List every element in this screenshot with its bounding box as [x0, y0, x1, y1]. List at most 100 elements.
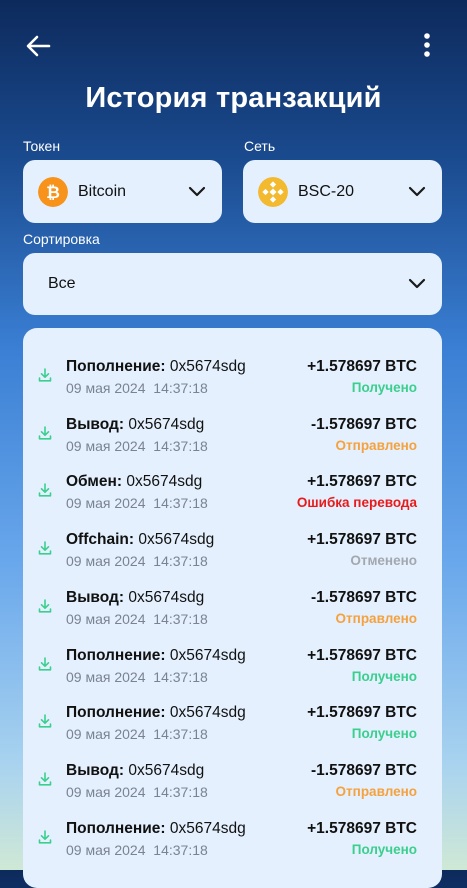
transaction-amount: +1.578697 BTC	[307, 531, 417, 549]
transaction-address: 0x5674sdg	[169, 819, 246, 837]
transaction-time: 14:37:18	[153, 783, 208, 800]
transaction-date: 09 мая 2024	[66, 437, 146, 454]
transaction-type: Пополнение:	[66, 646, 166, 664]
download-icon	[38, 829, 52, 844]
sort-select-value: Все	[48, 275, 76, 292]
transaction-time: 14:37:18	[153, 495, 208, 512]
transaction-datetime: 09 мая 2024 14:37:18	[66, 669, 208, 685]
transaction-row[interactable]: Пополнение: 0x5674sdg 09 мая 2024 14:37:1…	[23, 353, 442, 411]
transaction-datetime: 09 мая 2024 14:37:18	[66, 842, 208, 858]
transaction-title: Пополнение: 0x5674sdg	[66, 704, 246, 722]
transaction-address: 0x5674sdg	[169, 646, 246, 664]
transaction-time: 14:37:18	[153, 610, 208, 627]
transaction-status: Получено	[351, 841, 417, 857]
transaction-datetime: 09 мая 2024 14:37:18	[66, 495, 208, 511]
transaction-amount: -1.578697 BTC	[311, 415, 417, 433]
transaction-time: 14:37:18	[153, 726, 208, 743]
transaction-type: Обмен:	[66, 473, 123, 491]
transaction-row[interactable]: Вывод: 0x5674sdg 09 мая 2024 14:37:18 -1.5…	[23, 584, 442, 642]
token-select-value: Bitcoin	[78, 182, 127, 200]
transaction-status: Получено	[351, 668, 417, 684]
transaction-type: Пополнение:	[66, 704, 166, 722]
transaction-address: 0x5674sdg	[128, 588, 205, 606]
bnb-icon	[258, 176, 288, 207]
transaction-row[interactable]: Вывод: 0x5674sdg 09 мая 2024 14:37:18 -1.5…	[23, 757, 442, 815]
transaction-date: 09 мая 2024	[66, 610, 146, 627]
transaction-time: 14:37:18	[153, 380, 208, 396]
transaction-row[interactable]: Offchain: 0x5674sdg 09 мая 2024 14:37:18 +…	[23, 526, 442, 584]
transaction-date: 09 мая 2024	[66, 553, 146, 570]
transaction-title: Обмен: 0x5674sdg	[66, 473, 202, 491]
transaction-datetime: 09 мая 2024 14:37:18	[66, 784, 208, 800]
transaction-amount: -1.578697 BTC	[311, 761, 417, 779]
svg-text:₿: ₿	[46, 183, 60, 202]
download-icon	[38, 772, 52, 786]
transaction-title: Вывод: 0x5674sdg	[66, 416, 204, 434]
transaction-datetime: 09 мая 2024 14:37:18	[66, 726, 208, 742]
transaction-status: Получено	[351, 726, 417, 742]
transaction-address: 0x5674sdg	[169, 358, 246, 375]
transaction-status: Получено	[351, 380, 417, 395]
network-select[interactable]: BSC-20	[243, 160, 442, 223]
transaction-datetime: 09 мая 2024 14:37:18	[66, 438, 208, 454]
transaction-title: Пополнение: 0x5674sdg	[66, 647, 246, 665]
transaction-amount: +1.578697 BTC	[307, 358, 417, 375]
download-icon	[38, 425, 52, 440]
transaction-list[interactable]: Пополнение: 0x5674sdg 09 мая 2024 14:37:1…	[23, 328, 442, 888]
transaction-date: 09 мая 2024	[66, 726, 146, 743]
page-title: История транзакций	[85, 82, 382, 114]
transaction-time: 14:37:18	[153, 668, 208, 685]
transaction-amount: +1.578697 BTC	[307, 704, 417, 722]
token-select[interactable]: ₿ Bitcoin	[23, 160, 222, 223]
transaction-title: Пополнение: 0x5674sdg	[66, 820, 246, 838]
transaction-type: Вывод:	[66, 588, 125, 606]
transaction-status: Отправлено	[335, 437, 417, 453]
transaction-time: 14:37:18	[153, 553, 208, 570]
transaction-type: Вывод:	[66, 761, 125, 779]
chevron-down-icon	[408, 278, 426, 289]
transaction-type: Пополнение:	[66, 358, 166, 375]
transaction-time: 14:37:18	[153, 437, 208, 454]
transaction-datetime: 09 мая 2024 14:37:18	[66, 553, 208, 569]
transaction-status: Отменено	[350, 553, 417, 569]
transaction-date: 09 мая 2024	[66, 380, 146, 396]
sort-select[interactable]: Все	[23, 253, 442, 315]
transaction-title: Вывод: 0x5674sdg	[66, 589, 204, 607]
transaction-row[interactable]: Пополнение: 0x5674sdg 09 мая 2024 14:37:1…	[23, 699, 442, 757]
transaction-date: 09 мая 2024	[66, 668, 146, 685]
transaction-address: 0x5674sdg	[169, 704, 246, 722]
more-options-icon[interactable]	[418, 32, 436, 60]
transaction-time: 14:37:18	[153, 841, 208, 858]
transaction-title: Offchain: 0x5674sdg	[66, 531, 214, 549]
top-bar	[0, 0, 467, 90]
token-label: Токен	[23, 138, 61, 154]
transaction-amount: -1.578697 BTC	[311, 588, 417, 606]
download-icon	[38, 541, 52, 555]
transaction-amount: +1.578697 BTC	[307, 646, 417, 664]
transaction-row[interactable]: Пополнение: 0x5674sdg 09 мая 2024 14:37:1…	[23, 815, 442, 873]
download-icon	[38, 483, 52, 497]
back-arrow-icon[interactable]	[24, 32, 54, 60]
transaction-date: 09 мая 2024	[66, 495, 146, 512]
chevron-down-icon	[408, 186, 426, 196]
transaction-date: 09 мая 2024	[66, 841, 146, 858]
transaction-type: Пополнение:	[66, 819, 166, 837]
transaction-amount: +1.578697 BTC	[307, 473, 417, 491]
transaction-address: 0x5674sdg	[128, 415, 205, 433]
transaction-status: Ошибка перевода	[296, 495, 417, 511]
transaction-row[interactable]: Пополнение: 0x5674sdg 09 мая 2024 14:37:1…	[23, 642, 442, 700]
transaction-date: 09 мая 2024	[66, 783, 146, 800]
chevron-down-icon	[188, 186, 206, 196]
transaction-type: Offchain:	[66, 531, 135, 549]
transaction-datetime: 09 мая 2024 14:37:18	[66, 611, 208, 627]
transaction-amount: +1.578697 BTC	[307, 819, 417, 837]
download-icon	[38, 598, 52, 613]
transaction-row[interactable]: Вывод: 0x5674sdg 09 мая 2024 14:37:18 -1.5…	[23, 411, 442, 469]
download-icon	[38, 368, 52, 382]
network-label: Сеть	[244, 138, 276, 154]
download-icon	[38, 714, 52, 728]
transaction-row[interactable]: Обмен: 0x5674sdg 09 мая 2024 14:37:18 +1.5…	[23, 468, 442, 526]
transaction-title: Вывод: 0x5674sdg	[66, 762, 204, 780]
transaction-address: 0x5674sdg	[128, 761, 205, 779]
transaction-status: Отправлено	[335, 610, 417, 626]
